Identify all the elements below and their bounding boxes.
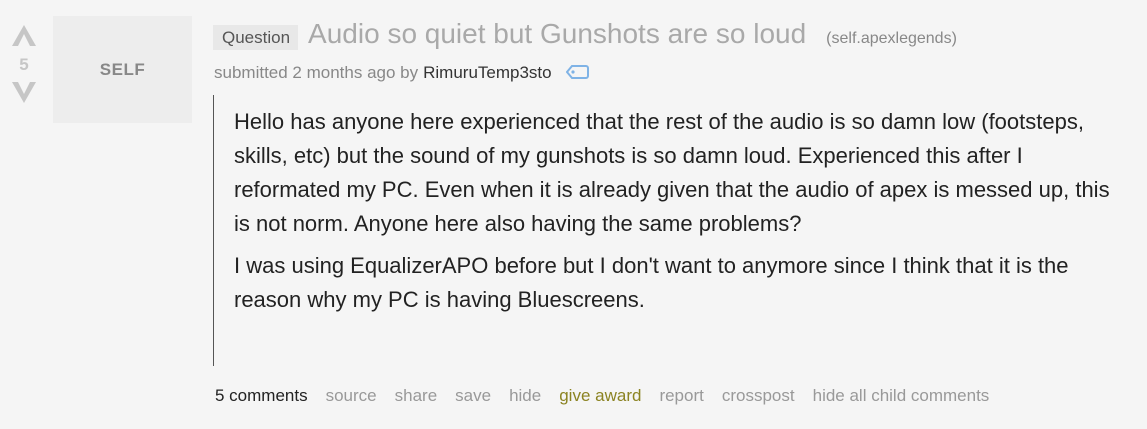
crosspost-button[interactable]: crosspost [722,386,795,406]
comments-link[interactable]: 5 comments [215,386,308,406]
downvote-arrow-icon[interactable] [9,80,39,106]
upvote-arrow-icon[interactable] [9,22,39,48]
thumbnail-label: SELF [99,60,146,79]
post-domain[interactable]: (self.apexlegends) [826,30,957,48]
vote-column: 5 [6,22,42,106]
save-button[interactable]: save [455,386,491,406]
selftext-paragraph: Hello has anyone here experienced that t… [234,109,1110,236]
tagline-prefix: submitted 2 months ago by [214,62,419,82]
author-link[interactable]: RimuruTemp3sto [423,63,552,83]
tagline: submitted 2 months ago by RimuruTemp3sto [214,62,590,83]
post-buttons: 5 comments source share save hide give a… [215,386,1007,406]
give-award-button[interactable]: give award [559,386,641,406]
score: 5 [19,55,29,74]
share-button[interactable]: share [395,386,438,406]
hide-button[interactable]: hide [509,386,541,406]
link-flair[interactable]: Question [213,25,299,50]
report-button[interactable]: report [659,386,703,406]
hide-child-comments-button[interactable]: hide all child comments [813,386,990,406]
selftext-paragraph: I was using EqualizerAPO before but I do… [234,253,1069,312]
post-container: 5 SELF Question Audio so quiet but Gunsh… [0,0,1147,429]
source-button[interactable]: source [326,386,377,406]
tag-icon[interactable] [565,64,590,85]
post-title[interactable]: Audio so quiet but Gunshots are so loud [308,18,806,50]
selftext-body: Hello has anyone here experienced that t… [213,95,1123,366]
self-thumbnail[interactable]: SELF [53,16,192,123]
title-line: Question Audio so quiet but Gunshots are… [213,18,957,50]
